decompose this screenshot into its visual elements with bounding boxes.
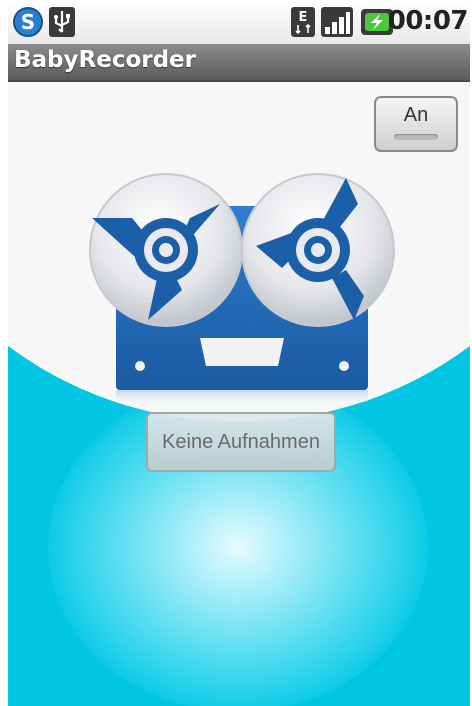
phone-screen: S E 00:07 BabyRecorder An Keine Aufnahme… — [8, 0, 470, 706]
on-toggle-button[interactable]: An — [374, 96, 458, 152]
toggle-indicator — [394, 134, 438, 140]
no-recordings-label: Keine Aufnahmen — [162, 430, 320, 453]
svg-text:S: S — [21, 10, 35, 34]
no-recordings-button[interactable]: Keine Aufnahmen — [146, 412, 336, 472]
status-bar: S E 00:07 — [8, 0, 470, 44]
sync-icon: S — [12, 6, 44, 43]
network-e-icon: E — [290, 6, 316, 43]
svg-text:E: E — [299, 10, 308, 25]
usb-icon — [48, 6, 76, 43]
left-reel-icon — [89, 173, 243, 327]
app-title: BabyRecorder — [14, 47, 197, 73]
app-title-bar: BabyRecorder — [8, 44, 470, 82]
tape-recorder-logo — [82, 170, 402, 408]
on-toggle-label: An — [403, 104, 429, 126]
status-clock: 00:07 — [387, 6, 469, 36]
signal-icon — [320, 6, 354, 43]
main-content: An Keine Aufnahmen — [8, 82, 470, 706]
right-reel-icon — [241, 173, 395, 327]
